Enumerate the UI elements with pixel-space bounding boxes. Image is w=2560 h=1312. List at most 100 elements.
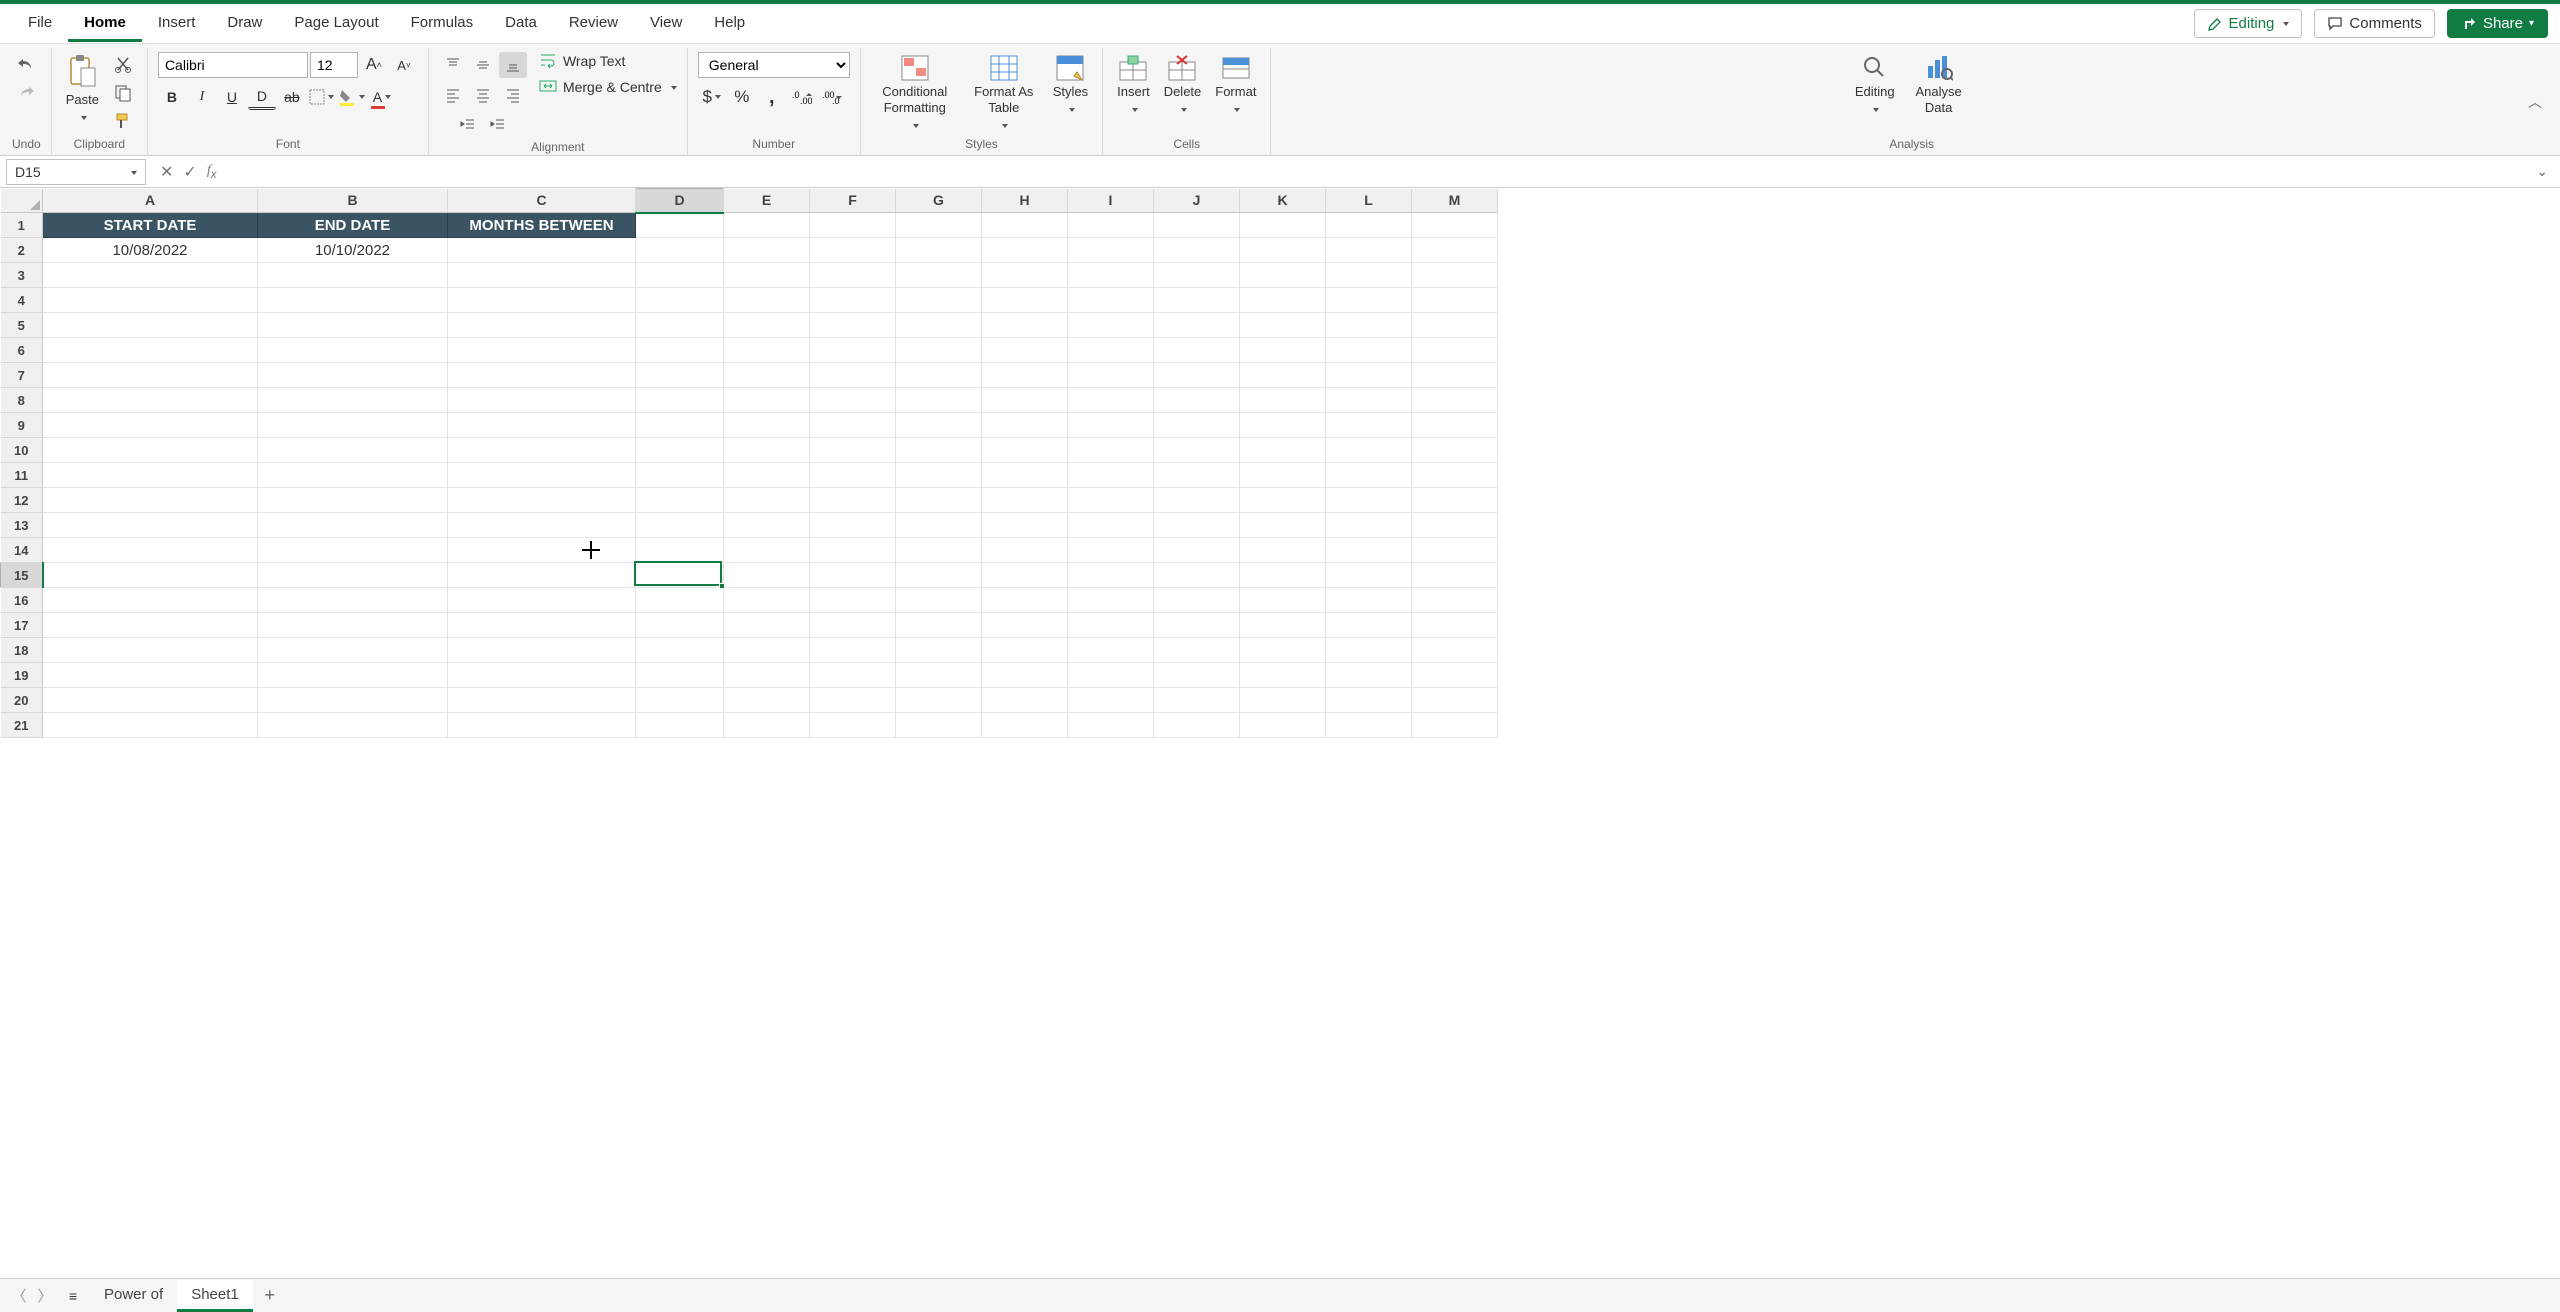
cell[interactable] — [810, 663, 896, 688]
cell[interactable] — [724, 588, 810, 613]
increase-decimal-button[interactable]: .0.00 — [788, 84, 816, 110]
cell[interactable] — [1240, 363, 1326, 388]
cell[interactable] — [43, 438, 258, 463]
cell[interactable] — [636, 463, 724, 488]
cell[interactable] — [982, 438, 1068, 463]
cell[interactable] — [724, 613, 810, 638]
cell[interactable] — [1068, 263, 1154, 288]
menu-tab-data[interactable]: Data — [489, 6, 553, 42]
cell[interactable] — [896, 238, 982, 263]
cell[interactable] — [1068, 338, 1154, 363]
row-header[interactable]: 14 — [1, 538, 43, 563]
cell[interactable] — [43, 263, 258, 288]
cell[interactable] — [1240, 538, 1326, 563]
row-header[interactable]: 4 — [1, 288, 43, 313]
cell[interactable] — [1326, 663, 1412, 688]
cell[interactable] — [1154, 563, 1240, 588]
cell[interactable] — [724, 263, 810, 288]
cell[interactable] — [810, 588, 896, 613]
cell[interactable] — [636, 388, 724, 413]
cell[interactable] — [258, 463, 448, 488]
cell[interactable] — [1326, 638, 1412, 663]
cell[interactable] — [448, 238, 636, 263]
cell[interactable] — [724, 663, 810, 688]
cell[interactable] — [1154, 238, 1240, 263]
cell[interactable] — [896, 213, 982, 238]
cell[interactable] — [1240, 313, 1326, 338]
cell[interactable] — [982, 463, 1068, 488]
cell[interactable] — [982, 363, 1068, 388]
sheet-nav-prev[interactable]: 〈 — [8, 1285, 30, 1306]
row-header[interactable]: 16 — [1, 588, 43, 613]
cell[interactable] — [982, 288, 1068, 313]
cell[interactable] — [982, 263, 1068, 288]
cell[interactable] — [1412, 688, 1498, 713]
cell[interactable] — [724, 513, 810, 538]
cell[interactable] — [636, 438, 724, 463]
select-all-corner[interactable] — [1, 189, 43, 213]
cell[interactable] — [810, 513, 896, 538]
decrease-indent-button[interactable] — [454, 112, 482, 138]
cell[interactable] — [1326, 588, 1412, 613]
cell[interactable] — [1068, 488, 1154, 513]
cell[interactable] — [1154, 438, 1240, 463]
editing-menu-button[interactable]: Editing — [1851, 52, 1899, 119]
cell[interactable] — [810, 238, 896, 263]
cell[interactable] — [1154, 538, 1240, 563]
cell[interactable] — [724, 238, 810, 263]
menu-tab-file[interactable]: File — [12, 6, 68, 42]
cell[interactable] — [1154, 688, 1240, 713]
cell[interactable] — [448, 588, 636, 613]
cell[interactable] — [258, 413, 448, 438]
comments-button[interactable]: Comments — [2314, 9, 2435, 38]
cell[interactable] — [1068, 438, 1154, 463]
cell[interactable] — [810, 263, 896, 288]
cell[interactable] — [724, 463, 810, 488]
cell[interactable] — [896, 413, 982, 438]
cell[interactable] — [1240, 638, 1326, 663]
row-header[interactable]: 7 — [1, 363, 43, 388]
comma-button[interactable]: , — [758, 84, 786, 110]
cell[interactable] — [1068, 463, 1154, 488]
cell[interactable]: MONTHS BETWEEN — [448, 213, 636, 238]
cell[interactable] — [448, 288, 636, 313]
cell[interactable] — [636, 413, 724, 438]
cell[interactable] — [724, 313, 810, 338]
copy-button[interactable] — [109, 80, 137, 106]
cell[interactable] — [1154, 363, 1240, 388]
cell[interactable] — [1154, 388, 1240, 413]
menu-tab-draw[interactable]: Draw — [211, 6, 278, 42]
cell[interactable] — [258, 288, 448, 313]
cell[interactable] — [724, 388, 810, 413]
cell[interactable] — [448, 688, 636, 713]
cell[interactable] — [1412, 513, 1498, 538]
row-header[interactable]: 13 — [1, 513, 43, 538]
italic-button[interactable]: I — [188, 84, 216, 110]
cell[interactable] — [1240, 513, 1326, 538]
cell[interactable] — [810, 413, 896, 438]
cell[interactable] — [43, 313, 258, 338]
cell[interactable] — [1412, 438, 1498, 463]
row-header[interactable]: 12 — [1, 488, 43, 513]
cell[interactable] — [1154, 313, 1240, 338]
cell[interactable] — [258, 313, 448, 338]
cell[interactable] — [448, 313, 636, 338]
cell[interactable] — [896, 513, 982, 538]
cell[interactable] — [896, 338, 982, 363]
cell[interactable] — [448, 263, 636, 288]
cell[interactable] — [724, 563, 810, 588]
row-header[interactable]: 15 — [1, 563, 43, 588]
cell[interactable] — [1412, 213, 1498, 238]
cell[interactable] — [896, 613, 982, 638]
cut-button[interactable] — [109, 52, 137, 78]
cell[interactable] — [810, 288, 896, 313]
cell[interactable] — [982, 413, 1068, 438]
column-header[interactable]: G — [896, 189, 982, 213]
mode-editing-button[interactable]: Editing — [2194, 9, 2303, 38]
cell[interactable] — [724, 338, 810, 363]
cell[interactable] — [636, 488, 724, 513]
cell[interactable] — [1326, 263, 1412, 288]
cell[interactable] — [1412, 613, 1498, 638]
cell[interactable] — [258, 488, 448, 513]
cell[interactable] — [1154, 713, 1240, 738]
